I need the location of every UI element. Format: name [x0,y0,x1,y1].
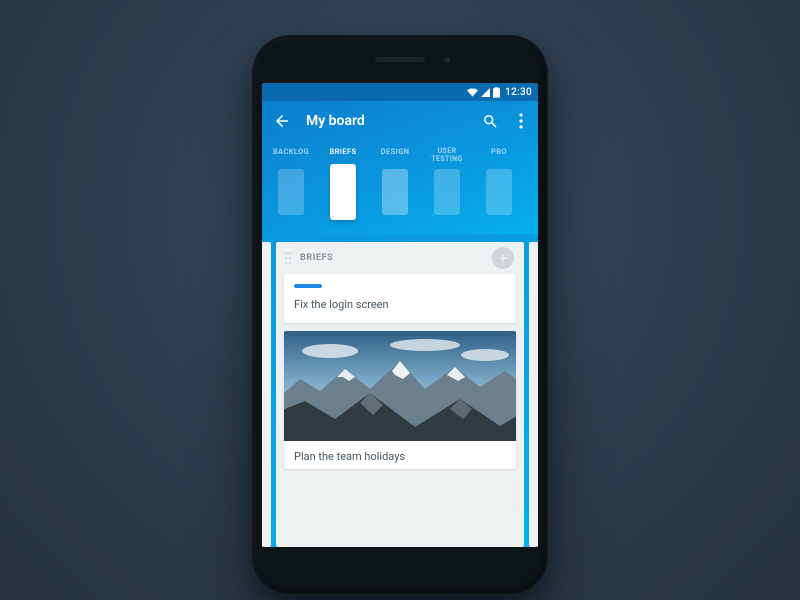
app-bar: My board [262,101,538,141]
prev-column-peek[interactable] [262,242,271,547]
clock: 12:30 [505,87,532,98]
tab-backlog[interactable]: BACKLOG [265,147,317,163]
tab-design[interactable]: DESIGN [369,147,421,163]
search-icon[interactable] [480,111,500,131]
back-arrow-icon[interactable] [272,111,292,131]
overflow-menu-icon[interactable] [514,111,528,131]
battery-icon [493,87,500,98]
card-title: Fix the login screen [294,298,506,311]
thumb-pro[interactable] [486,169,512,215]
phone-frame: 12:30 My board [252,35,548,595]
sensor [444,57,450,63]
earpiece [375,57,425,62]
thumb-design[interactable] [382,169,408,215]
device-screen: 12:30 My board [262,83,538,547]
thumb-briefs[interactable] [330,164,356,220]
card-list[interactable]: Fix the login screen [276,274,524,469]
card-cover-image [284,331,516,441]
app-header-region: My board BACKLOG BRIEFS DESIGN USERTESTI… [262,101,538,234]
card-fix-login[interactable]: Fix the login screen [284,274,516,323]
page-title: My board [306,113,365,129]
column-thumbnails [262,163,538,234]
drag-handle-icon[interactable] [284,251,292,265]
tab-user-testing[interactable]: USERTESTING [421,147,473,163]
thumb-backlog[interactable] [278,169,304,215]
column-title: BRIEFS [300,253,333,263]
card-plan-holidays[interactable]: Plan the team holidays [284,331,516,469]
tab-pro[interactable]: PRO [473,147,525,163]
next-column-peek[interactable] [529,242,538,547]
cell-signal-icon [481,88,490,97]
thumb-user-testing[interactable] [434,169,460,215]
card-label [294,284,322,288]
tab-briefs[interactable]: BRIEFS [317,147,369,163]
wifi-icon [467,88,478,97]
column-header: BRIEFS [276,242,524,274]
board-columns-viewport[interactable]: BRIEFS Fix the login screen [262,234,538,547]
card-title: Plan the team holidays [294,450,506,463]
android-status-bar: 12:30 [262,83,538,101]
add-card-button[interactable] [492,247,514,269]
board-tabs: BACKLOG BRIEFS DESIGN USERTESTING PRO [262,141,538,163]
current-column: BRIEFS Fix the login screen [276,242,524,547]
